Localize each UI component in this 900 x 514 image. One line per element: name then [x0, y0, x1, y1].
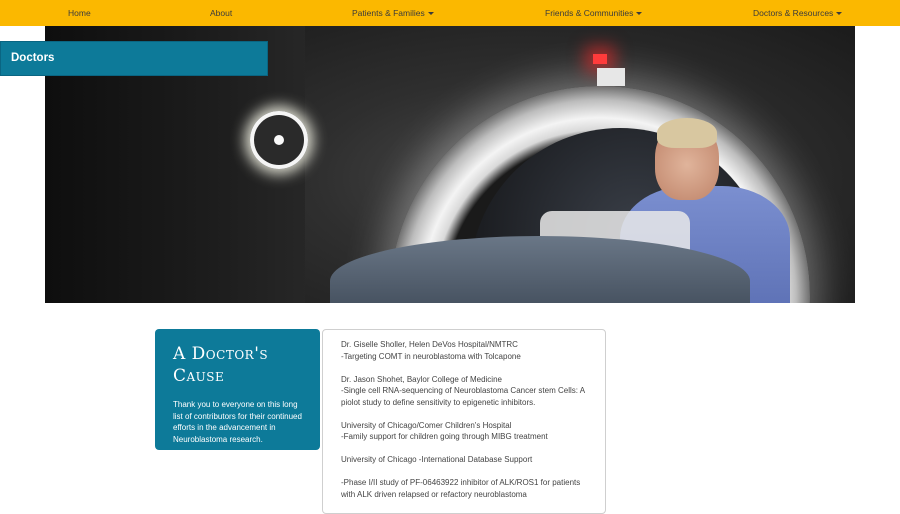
list-item-line: with ALK driven relapsed or refactory ne… — [341, 489, 527, 499]
nav-about-label: About — [210, 8, 233, 18]
list-item-line: Dr. Giselle Sholler, Helen DeVos Hospita… — [341, 340, 518, 349]
list-item: Dr. Jason Shohet, Baylor College of Medi… — [341, 374, 587, 409]
list-item: University of Chicago -International Dat… — [341, 454, 587, 466]
nav-doctors-resources[interactable]: Doctors & Resources — [753, 0, 843, 26]
list-item: Dr. Giselle Sholler, Helen DeVos Hospita… — [341, 339, 587, 362]
page-title: Doctors — [11, 52, 55, 64]
list-item-line: University of Chicago/Comer Children's H… — [341, 420, 512, 430]
list-item-line: -Targeting COMT in neuroblastoma with To… — [341, 351, 521, 361]
list-item-line: -Single cell RNA-sequencing of Neuroblas… — [341, 386, 586, 395]
nav-friends-communities-label: Friends & Communities — [545, 8, 634, 18]
contributors-list: Dr. Giselle Sholler, Helen DeVos Hospita… — [322, 329, 606, 514]
list-item-line: -Phase I/II study of PF-06463922 inhibit… — [341, 478, 581, 487]
list-item-line: -Family support for children going throu… — [341, 432, 548, 441]
list-item-line: Dr. Jason Shohet, Baylor College of Medi… — [341, 374, 502, 384]
caret-down-icon — [636, 11, 643, 15]
caret-down-icon — [427, 11, 434, 15]
list-item-line: piolot study to define sensitivity to ep… — [341, 397, 536, 407]
nav-doctors-resources-label: Doctors & Resources — [753, 8, 834, 18]
page-title-banner: Doctors — [0, 41, 268, 76]
nav-home-label: Home — [68, 8, 91, 18]
nav-home[interactable]: Home — [68, 0, 91, 26]
nav-about[interactable]: About — [210, 0, 232, 26]
nav-patients-families[interactable]: Patients & Families — [352, 0, 434, 26]
cause-title: A Doctor's Cause — [173, 344, 269, 386]
warning-light — [593, 54, 607, 64]
caret-down-icon — [836, 11, 843, 15]
nav-patients-families-label: Patients & Families — [352, 8, 425, 18]
cause-card: A Doctor's Cause Thank you to everyone o… — [155, 329, 320, 450]
list-item: -Phase I/II study of PF-06463922 inhibit… — [341, 477, 587, 500]
top-nav: Home About Patients & Families Friends &… — [0, 0, 900, 26]
list-item: University of Chicago/Comer Children's H… — [341, 420, 587, 443]
nav-friends-communities[interactable]: Friends & Communities — [545, 0, 643, 26]
list-item-line: University of Chicago -International Dat… — [341, 455, 533, 464]
cause-text: Thank you to everyone on this long list … — [173, 400, 302, 444]
